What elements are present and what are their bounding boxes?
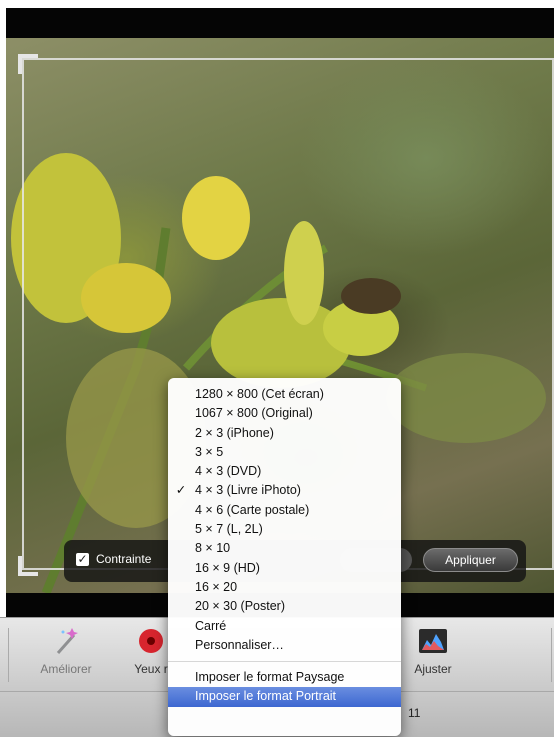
checkmark-icon: ✓ [175, 483, 187, 498]
crop-handle-top-left[interactable] [18, 54, 38, 74]
magic-wand-icon [56, 628, 78, 654]
toolbar-separator [8, 628, 9, 682]
crop-format-menu: 1280 × 800 (Cet écran) 1067 × 800 (Origin… [168, 378, 401, 736]
menu-item-label: 1280 × 800 (Cet écran) [195, 387, 324, 401]
format-menu-item[interactable]: 1067 × 800 (Original) [168, 404, 401, 423]
iphoto-window: ✓ Contrainte Appliquer Améliorer Yeux r … [0, 0, 554, 737]
menu-item-label: 4 × 3 (DVD) [195, 464, 262, 479]
menu-item-label: 16 × 9 (HD) [195, 560, 260, 575]
menu-item-label: 16 × 20 [195, 579, 238, 594]
apply-button[interactable]: Appliquer [423, 548, 518, 572]
enhance-label: Améliorer [40, 662, 92, 676]
format-menu-item[interactable]: 4 × 3 (DVD) [168, 462, 401, 481]
menu-item-label: Imposer le format Portrait [195, 689, 337, 704]
red-eye-icon [139, 629, 163, 653]
orientation-menu-item[interactable]: Imposer le format Paysage [168, 668, 401, 687]
format-menu-item[interactable]: 5 × 7 (L, 2L) [168, 520, 401, 539]
adjust-histogram-icon [419, 629, 447, 653]
format-menu-item[interactable]: 20 × 30 (Poster) [168, 597, 401, 616]
menu-item-label: 20 × 30 (Poster) [195, 599, 285, 614]
menu-item-label: Carré [195, 618, 227, 633]
orientation-menu-item[interactable]: Imposer le format Portrait [168, 687, 401, 707]
menu-item-label: 5 × 7 (L, 2L) [195, 522, 263, 537]
format-list: 1280 × 800 (Cet écran) 1067 × 800 (Origin… [168, 385, 401, 655]
format-menu-item[interactable]: 3 × 5 [168, 443, 401, 462]
adjust-button[interactable]: Ajuster [401, 626, 465, 684]
menu-item-label: Imposer le format Paysage [195, 670, 345, 685]
enhance-button[interactable]: Améliorer [34, 626, 98, 684]
status-text: 11 [408, 706, 421, 720]
format-menu-item[interactable]: 16 × 20 [168, 578, 401, 597]
menu-item-label: 2 × 3 (iPhone) [195, 425, 274, 440]
menu-item-label: 1067 × 800 (Original) [195, 406, 313, 421]
menu-item-label: 4 × 6 (Carte postale) [195, 502, 310, 517]
menu-item-label: 8 × 10 [195, 541, 231, 556]
format-menu-item[interactable]: ✓ 4 × 3 (Livre iPhoto) [168, 481, 401, 500]
menu-item-label: Personnaliser… [195, 637, 284, 652]
format-menu-item[interactable]: Carré [168, 617, 401, 636]
format-menu-item[interactable]: Personnaliser… [168, 636, 401, 655]
top-letterbox [6, 8, 554, 38]
menu-item-label: 3 × 5 [195, 444, 224, 459]
toolbar-separator [551, 628, 552, 682]
crop-handle-bottom-left[interactable] [18, 556, 38, 576]
format-menu-item[interactable]: 8 × 10 [168, 539, 401, 558]
format-menu-item[interactable]: 16 × 9 (HD) [168, 559, 401, 578]
menu-item-label: 4 × 3 (Livre iPhoto) [195, 483, 301, 498]
constrain-label: Contrainte [96, 552, 152, 566]
menu-separator [168, 661, 401, 663]
constrain-checkbox[interactable]: ✓ [76, 553, 89, 566]
format-menu-item[interactable]: 1280 × 800 (Cet écran) [168, 385, 401, 404]
format-menu-item[interactable]: 4 × 6 (Carte postale) [168, 501, 401, 520]
adjust-label: Ajuster [414, 662, 452, 676]
orientation-list: Imposer le format Paysage Imposer le form… [168, 668, 401, 707]
format-menu-item[interactable]: 2 × 3 (iPhone) [168, 424, 401, 443]
